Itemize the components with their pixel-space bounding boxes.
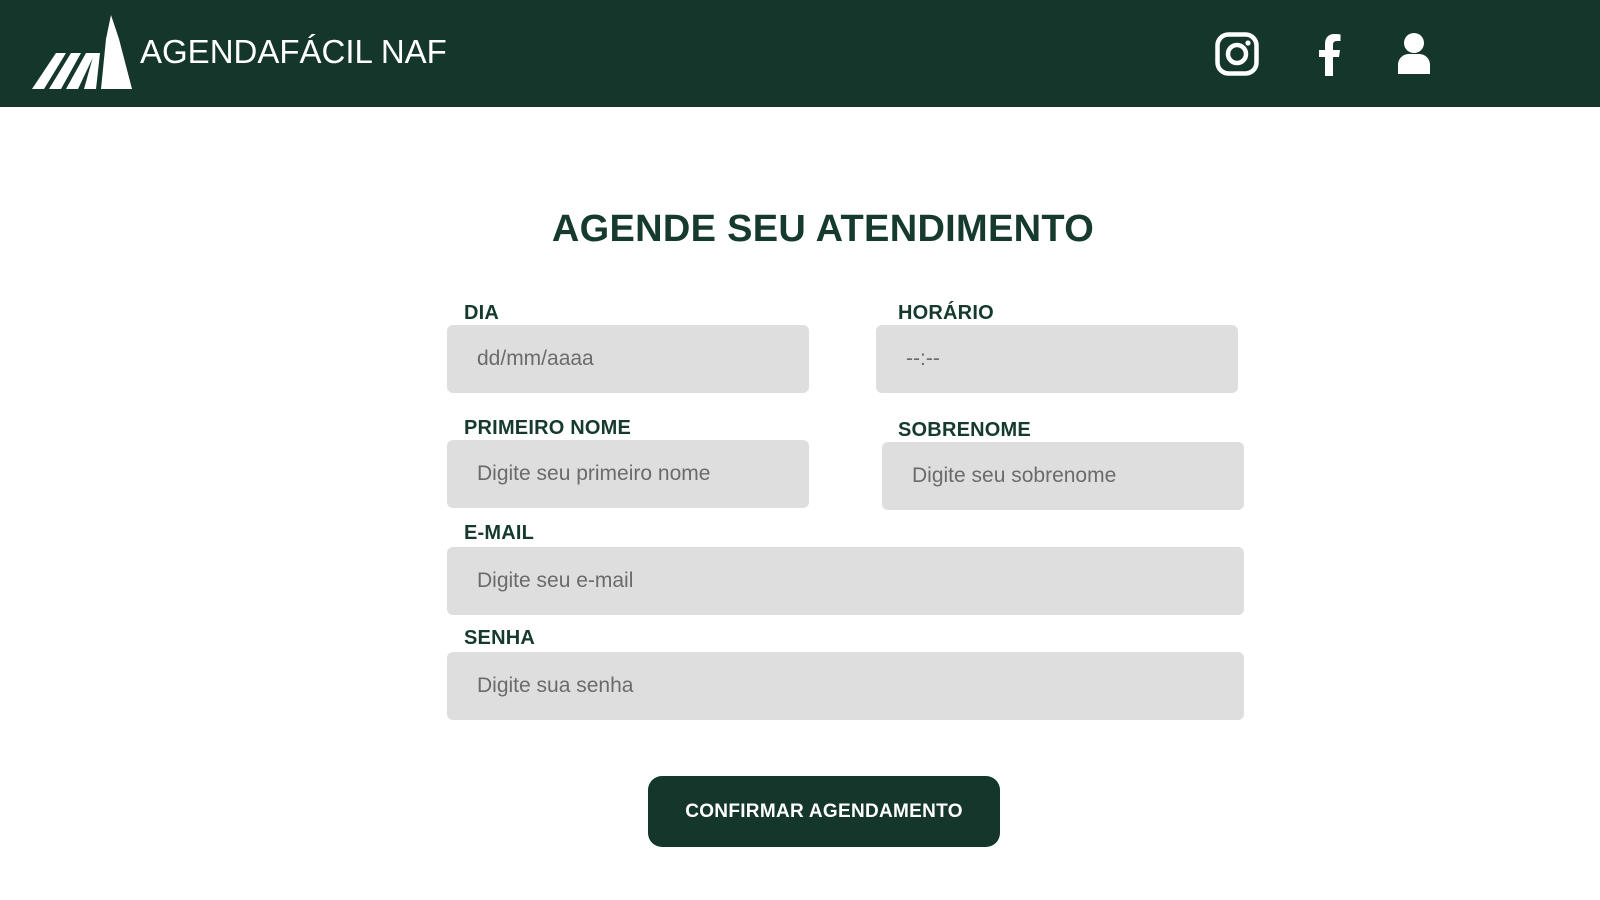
confirm-appointment-button[interactable]: CONFIRMAR AGENDAMENTO xyxy=(648,776,1000,847)
logo-mountain-icon[interactable] xyxy=(32,13,136,91)
email-input[interactable] xyxy=(447,547,1244,615)
horario-input[interactable] xyxy=(876,325,1238,393)
dia-label: DIA xyxy=(464,302,500,324)
top-navbar: AGENDAFÁCIL NAF xyxy=(0,0,1600,107)
horario-label: HORÁRIO xyxy=(898,302,994,324)
facebook-icon[interactable] xyxy=(1315,32,1343,76)
senha-label: SENHA xyxy=(464,627,536,649)
primeiro-nome-input[interactable] xyxy=(447,440,809,508)
primeiro-nome-label: PRIMEIRO NOME xyxy=(464,417,632,439)
user-icon[interactable] xyxy=(1396,32,1432,76)
form-title: AGENDE SEU ATENDIMENTO xyxy=(551,208,1095,250)
instagram-icon[interactable] xyxy=(1215,32,1259,76)
sobrenome-label: SOBRENOME xyxy=(898,419,1031,441)
email-label: E-MAIL xyxy=(464,522,535,544)
dia-input[interactable] xyxy=(447,325,809,393)
brand-name[interactable]: AGENDAFÁCIL NAF xyxy=(140,33,447,71)
sobrenome-input[interactable] xyxy=(882,442,1244,510)
senha-input[interactable] xyxy=(447,652,1244,720)
